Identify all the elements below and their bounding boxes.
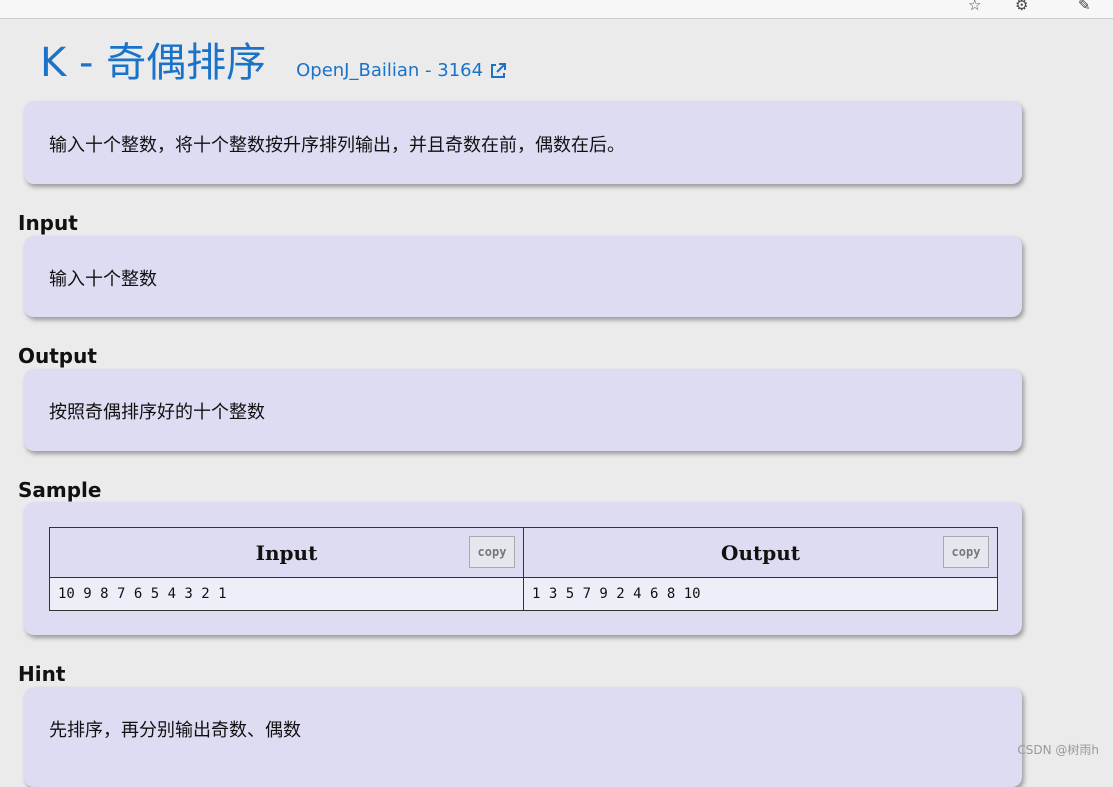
copy-output-button[interactable]: copy xyxy=(943,536,989,568)
sample-header-row: Input copy Output copy xyxy=(49,527,998,578)
hint-card: 先排序，再分别输出奇数、偶数 xyxy=(24,687,1022,787)
description-card: 输入十个整数，将十个整数按升序排列输出，并且奇数在前，偶数在后。 xyxy=(24,101,1022,184)
watermark: CSDN @树雨h xyxy=(1017,743,1099,757)
input-card: 输入十个整数 xyxy=(24,236,1022,317)
sample-card: Input copy Output copy 10 9 8 7 6 5 4 3 … xyxy=(24,502,1022,635)
sample-output-header: Output copy xyxy=(523,527,998,578)
problem-source-link[interactable]: OpenJ_Bailian - 3164 xyxy=(296,60,507,81)
copy-input-button[interactable]: copy xyxy=(469,536,515,568)
input-heading: Input xyxy=(18,211,78,235)
output-heading: Output xyxy=(18,344,97,368)
hint-heading: Hint xyxy=(18,662,66,686)
browser-toolbar-strip: ☆ ⚙ ✎ xyxy=(0,0,1113,19)
sample-input-header: Input copy xyxy=(49,527,524,578)
output-description: 按照奇偶排序好的十个整数 xyxy=(49,402,265,423)
input-description: 输入十个整数 xyxy=(49,269,157,290)
external-link-icon xyxy=(491,62,507,78)
edit-icon[interactable]: ✎ xyxy=(1078,0,1091,14)
source-link-label: OpenJ_Bailian - 3164 xyxy=(296,60,484,81)
extension-icon[interactable]: ⚙ xyxy=(1015,0,1028,14)
sample-input-header-label: Input xyxy=(255,540,318,565)
hint-text: 先排序，再分别输出奇数、偶数 xyxy=(49,720,301,741)
sample-output-value: 1 3 5 7 9 2 4 6 8 10 xyxy=(523,577,998,611)
sample-input-value: 10 9 8 7 6 5 4 3 2 1 xyxy=(49,577,524,611)
table-row: 10 9 8 7 6 5 4 3 2 1 1 3 5 7 9 2 4 6 8 1… xyxy=(49,577,998,611)
sample-table: Input copy Output copy 10 9 8 7 6 5 4 3 … xyxy=(49,527,998,611)
output-card: 按照奇偶排序好的十个整数 xyxy=(24,369,1022,451)
sample-output-header-label: Output xyxy=(721,540,800,565)
problem-description: 输入十个整数，将十个整数按升序排列输出，并且奇数在前，偶数在后。 xyxy=(49,135,625,156)
sample-heading: Sample xyxy=(18,478,102,502)
problem-title: K - 奇偶排序 xyxy=(40,40,267,86)
bookmark-icon[interactable]: ☆ xyxy=(968,0,981,14)
problem-header: K - 奇偶排序 OpenJ_Bailian - 3164 xyxy=(40,30,507,86)
